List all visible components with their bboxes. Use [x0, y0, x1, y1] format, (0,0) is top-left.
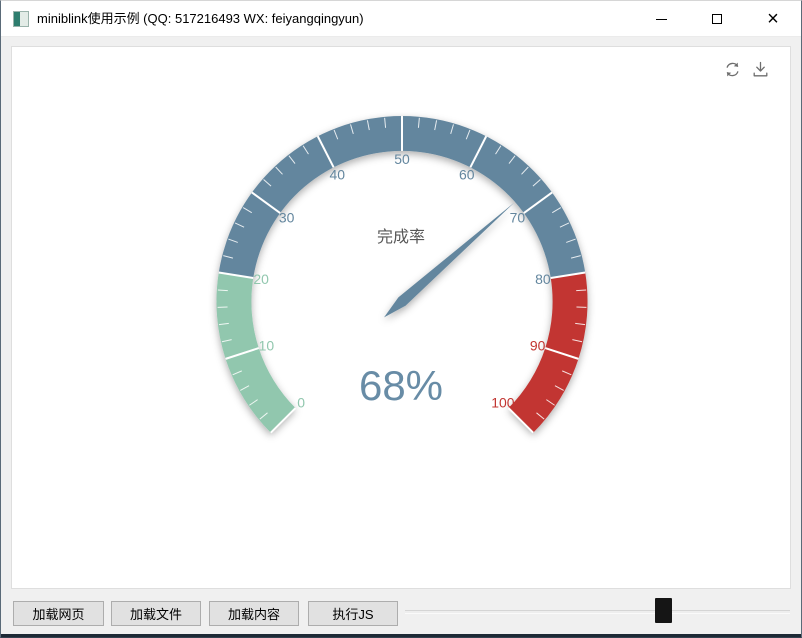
close-button[interactable]: × [745, 1, 801, 37]
app-window: miniblink使用示例 (QQ: 517216493 WX: feiyang… [0, 0, 802, 638]
minimize-icon [656, 19, 667, 20]
window-title: miniblink使用示例 (QQ: 517216493 WX: feiyang… [37, 1, 364, 37]
maximize-icon [712, 14, 722, 24]
gauge-chart: 0102030405060708090100 [12, 47, 790, 588]
gauge-axis-label: 10 [259, 338, 275, 354]
gauge-axis-label: 50 [394, 151, 410, 167]
load-file-button[interactable]: 加载文件 [111, 601, 201, 626]
load-webpage-button[interactable]: 加载网页 [13, 601, 104, 626]
gauge-detail: 68% [12, 364, 790, 408]
gauge-axis-label: 40 [329, 166, 345, 182]
gauge-title: 完成率 [12, 228, 790, 248]
load-content-button[interactable]: 加载内容 [209, 601, 299, 626]
slider-handle[interactable] [655, 598, 672, 623]
gauge-axis-label: 90 [530, 338, 546, 354]
execute-js-button[interactable]: 执行JS [308, 601, 398, 626]
gauge-needle [384, 203, 514, 318]
minimize-button[interactable] [633, 1, 689, 37]
gauge-axis-label: 80 [535, 271, 551, 287]
close-icon: × [767, 9, 779, 29]
app-logo-icon [13, 11, 29, 27]
gauge-axis-label: 30 [279, 210, 295, 226]
gauge-axis-label: 70 [510, 210, 526, 226]
title-bar: miniblink使用示例 (QQ: 517216493 WX: feiyang… [1, 1, 801, 37]
gauge-axis-label: 60 [459, 166, 475, 182]
restore-icon[interactable] [723, 60, 742, 79]
zoom-slider-track[interactable] [405, 610, 790, 614]
gauge-axis-label: 20 [253, 271, 269, 287]
chart-toolbox [723, 60, 770, 79]
save-image-icon[interactable] [751, 60, 770, 79]
maximize-button[interactable] [689, 1, 745, 37]
chart-panel: 0102030405060708090100 完成率 68% [11, 46, 791, 589]
window-bottom-edge [1, 634, 801, 637]
